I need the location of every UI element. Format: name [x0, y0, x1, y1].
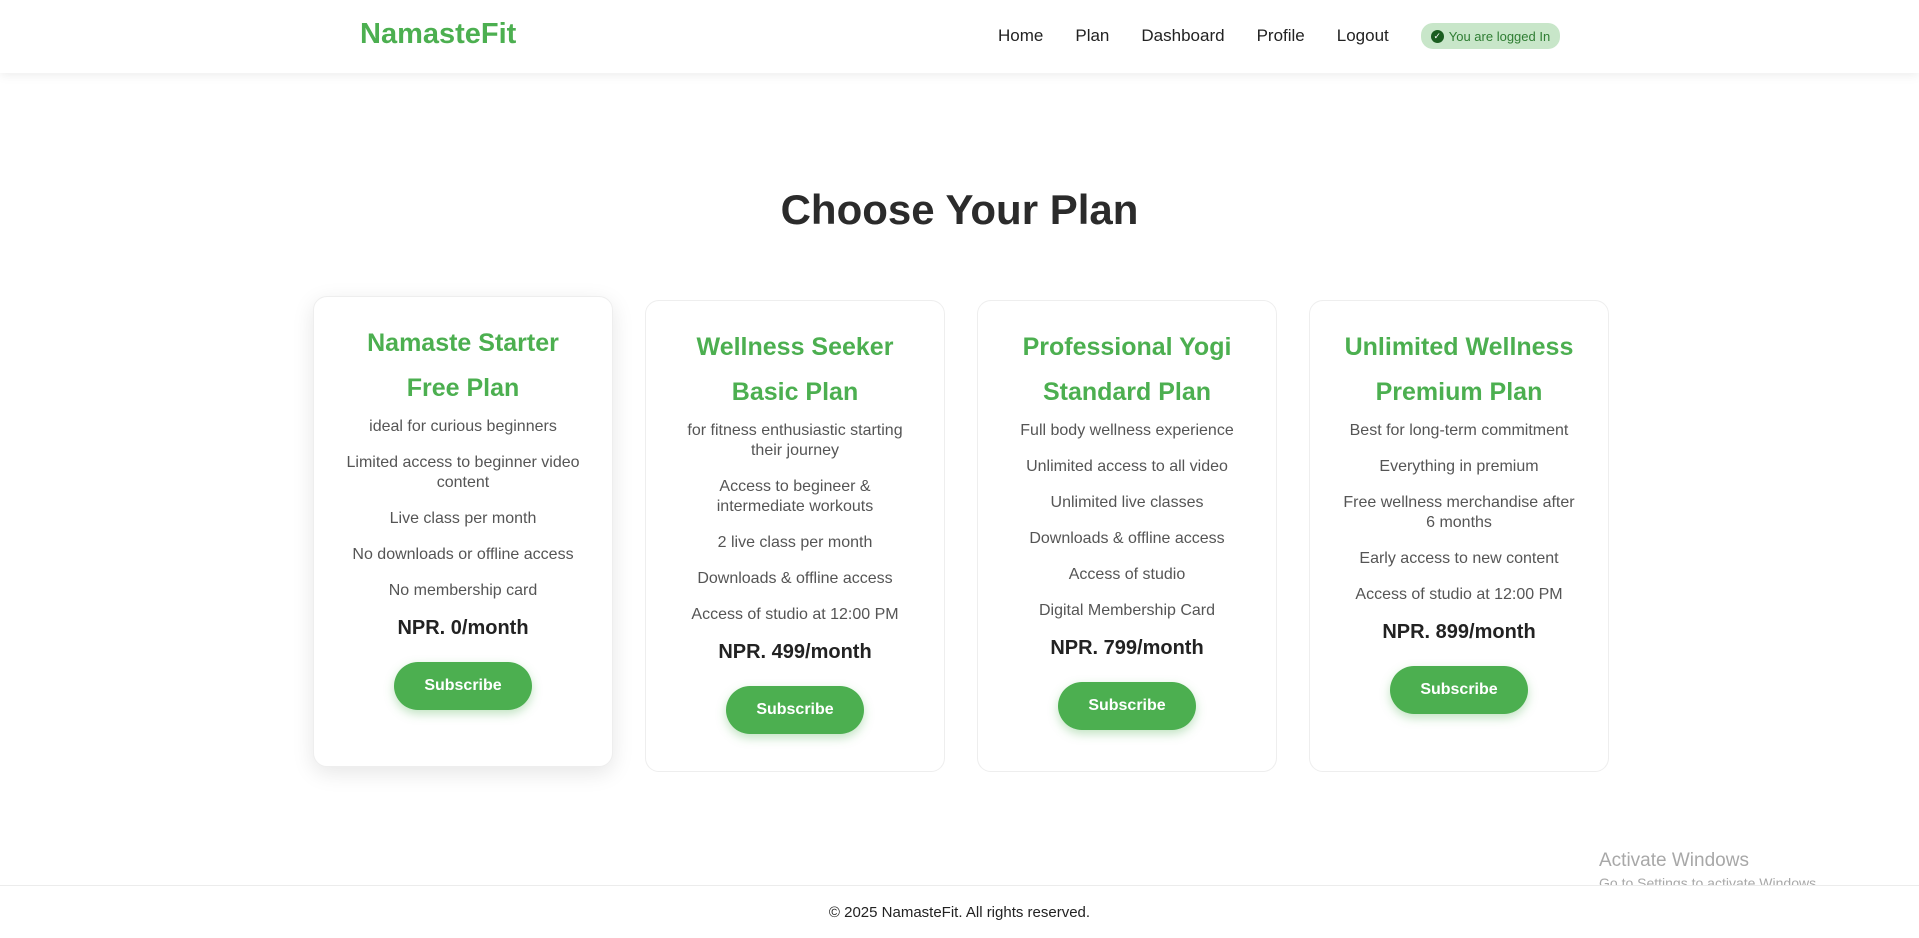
- page-title: Choose Your Plan: [780, 186, 1139, 233]
- login-status-text: You are logged In: [1448, 28, 1551, 44]
- plan-feature: Downloads & offline access: [697, 570, 893, 587]
- site-footer: © 2025 NamasteFit. All rights reserved.: [0, 885, 1919, 938]
- main-nav: Home Plan Dashboard Profile Logout ✓ You…: [998, 23, 1561, 49]
- subscribe-button-free[interactable]: Subscribe: [394, 662, 532, 710]
- plan-name: Unlimited Wellness: [1344, 333, 1574, 361]
- brand-logo[interactable]: NamasteFit: [360, 18, 516, 51]
- plan-feature: Unlimited live classes: [1050, 494, 1204, 511]
- plan-name: Namaste Starter: [367, 329, 559, 357]
- plan-price: NPR. 499/month: [718, 641, 872, 663]
- site-header: NamasteFit Home Plan Dashboard Profile L…: [0, 0, 1919, 73]
- plan-title: Professional Yogi Standard Plan: [1006, 325, 1248, 415]
- plan-card-free: Namaste Starter Free Plan ideal for curi…: [313, 296, 613, 767]
- watermark-title: Activate Windows: [1599, 850, 1749, 871]
- nav-profile[interactable]: Profile: [1257, 23, 1305, 49]
- plan-card-basic: Wellness Seeker Basic Plan for fitness e…: [645, 300, 945, 772]
- plan-feature: Access of studio: [1068, 566, 1186, 583]
- plan-tier: Standard Plan: [1042, 378, 1212, 406]
- plan-price: NPR. 799/month: [1050, 637, 1204, 659]
- plan-feature: 2 live class per month: [717, 534, 873, 551]
- plan-feature: Full body wellness experience: [1020, 422, 1234, 439]
- plan-feature: Live class per month: [389, 510, 537, 527]
- plan-price: NPR. 899/month: [1382, 621, 1536, 643]
- subscribe-button-premium[interactable]: Subscribe: [1390, 666, 1528, 714]
- plan-tier: Basic Plan: [731, 378, 859, 406]
- copyright-text: © 2025 NamasteFit. All rights reserved.: [828, 904, 1091, 921]
- plan-feature: Everything in premium: [1379, 458, 1539, 475]
- plan-feature: Limited access to beginner video content: [346, 454, 580, 491]
- plan-name: Professional Yogi: [1022, 333, 1232, 361]
- plan-feature: Unlimited access to all video: [1026, 458, 1228, 475]
- subscribe-button-basic[interactable]: Subscribe: [726, 686, 864, 734]
- plan-feature: Downloads & offline access: [1029, 530, 1225, 547]
- plan-feature: Early access to new content: [1359, 550, 1559, 567]
- plan-tier: Free Plan: [406, 374, 520, 402]
- plan-price: NPR. 0/month: [397, 617, 529, 639]
- nav-home[interactable]: Home: [998, 23, 1043, 49]
- plan-feature: Best for long-term commitment: [1349, 422, 1569, 439]
- plan-title: Namaste Starter Free Plan: [342, 321, 584, 411]
- plan-feature: for fitness enthusiastic starting their …: [687, 422, 903, 459]
- plan-card-premium: Unlimited Wellness Premium Plan Best for…: [1309, 300, 1609, 772]
- plan-feature: ideal for curious beginners: [369, 418, 557, 435]
- plan-feature: Digital Membership Card: [1038, 602, 1216, 619]
- plan-feature: No membership card: [388, 582, 538, 599]
- plan-feature: No downloads or offline access: [352, 546, 574, 563]
- nav-logout[interactable]: Logout: [1337, 23, 1389, 49]
- nav-plan[interactable]: Plan: [1075, 23, 1109, 49]
- login-status-badge: ✓ You are logged In: [1420, 23, 1561, 49]
- plan-feature: Access of studio at 12:00 PM: [1355, 586, 1563, 603]
- plan-feature: Access to begineer & intermediate workou…: [716, 478, 874, 515]
- plan-card-standard: Professional Yogi Standard Plan Full bod…: [977, 300, 1277, 772]
- plan-feature: Access of studio at 12:00 PM: [691, 606, 899, 623]
- plan-tier: Premium Plan: [1375, 378, 1543, 406]
- plan-title: Unlimited Wellness Premium Plan: [1338, 325, 1580, 415]
- plan-title: Wellness Seeker Basic Plan: [674, 325, 916, 415]
- subscribe-button-standard[interactable]: Subscribe: [1058, 682, 1196, 730]
- plan-feature: Free wellness merchandise after 6 months: [1343, 494, 1575, 531]
- nav-dashboard[interactable]: Dashboard: [1141, 23, 1224, 49]
- plan-name: Wellness Seeker: [696, 333, 894, 361]
- check-circle-icon: ✓: [1430, 29, 1444, 43]
